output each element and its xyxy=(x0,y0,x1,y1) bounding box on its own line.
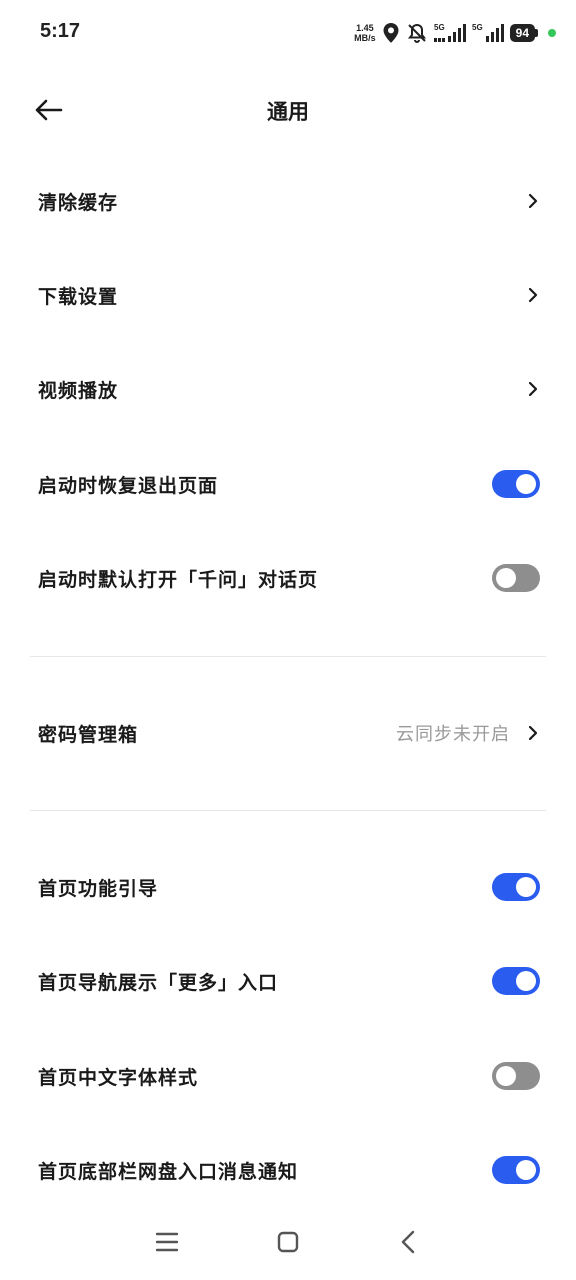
privacy-indicator xyxy=(548,29,556,37)
row-label: 首页底部栏网盘入口消息通知 xyxy=(38,1160,299,1183)
restore-pages-toggle[interactable] xyxy=(492,470,540,498)
video-playback-row[interactable]: 视频播放 xyxy=(0,354,576,424)
chevron-right-icon xyxy=(526,285,540,305)
status-time: 5:17 xyxy=(40,20,81,42)
network-speed-value: 1.45 xyxy=(356,23,374,33)
row-label: 启动时恢复退出页面 xyxy=(38,474,219,497)
page-title: 通用 xyxy=(267,100,309,124)
home-icon xyxy=(277,1231,299,1253)
password-manager-row[interactable]: 密码管理箱 云同步未开启 xyxy=(0,698,576,768)
battery-tip xyxy=(535,29,538,37)
row-label: 首页导航展示「更多」入口 xyxy=(38,971,279,994)
chevron-right-icon xyxy=(526,379,540,399)
toggle-knob xyxy=(516,1160,536,1180)
menu-icon xyxy=(155,1232,179,1252)
recents-button[interactable] xyxy=(147,1222,187,1262)
home-guide-row: 首页功能引导 xyxy=(0,852,576,922)
cloud-drive-notify-row: 首页底部栏网盘入口消息通知 xyxy=(0,1135,576,1205)
back-icon xyxy=(401,1230,415,1254)
toggle-knob xyxy=(516,971,536,991)
home-font-style-toggle[interactable] xyxy=(492,1062,540,1090)
home-button[interactable] xyxy=(268,1222,308,1262)
row-label: 启动时默认打开「千问」对话页 xyxy=(38,568,319,591)
home-more-entry-row: 首页导航展示「更多」入口 xyxy=(0,946,576,1016)
signal-icon: 5G xyxy=(472,22,504,44)
sync-status: 云同步未开启 xyxy=(396,724,510,745)
status-bar: 5:17 1.45 MB/s 5G 5G 94 xyxy=(0,0,576,66)
row-label: 下载设置 xyxy=(38,285,119,308)
open-qianwen-row: 启动时默认打开「千问」对话页 xyxy=(0,543,576,613)
signal-icon: 5G xyxy=(433,22,466,44)
toggle-knob xyxy=(516,474,536,494)
row-label: 首页中文字体样式 xyxy=(38,1066,199,1089)
svg-text:5G: 5G xyxy=(434,23,445,32)
header: 通用 xyxy=(0,78,576,142)
chevron-right-icon xyxy=(526,723,540,743)
clear-cache-row[interactable]: 清除缓存 xyxy=(0,166,576,236)
toggle-knob xyxy=(496,1066,516,1086)
svg-text:5G: 5G xyxy=(472,23,483,32)
home-guide-toggle[interactable] xyxy=(492,873,540,901)
network-speed-unit: MB/s xyxy=(354,33,376,43)
row-label: 视频播放 xyxy=(38,379,119,402)
chevron-right-icon xyxy=(526,191,540,211)
system-nav-bar xyxy=(0,1200,576,1280)
mute-icon xyxy=(406,22,428,44)
home-font-style-row: 首页中文字体样式 xyxy=(0,1041,576,1111)
status-icons: 1.45 MB/s 5G 5G 94 xyxy=(354,20,556,46)
restore-pages-row: 启动时恢复退出页面 xyxy=(0,449,576,519)
location-icon xyxy=(382,22,400,44)
network-speed: 1.45 MB/s xyxy=(354,23,376,43)
download-settings-row[interactable]: 下载设置 xyxy=(0,260,576,330)
toggle-knob xyxy=(516,877,536,897)
divider xyxy=(30,810,546,811)
cloud-drive-notify-toggle[interactable] xyxy=(492,1156,540,1184)
open-qianwen-toggle[interactable] xyxy=(492,564,540,592)
nav-back-button[interactable] xyxy=(388,1222,428,1262)
toggle-knob xyxy=(496,568,516,588)
home-more-entry-toggle[interactable] xyxy=(492,967,540,995)
battery-icon: 94 xyxy=(509,24,535,42)
row-label: 密码管理箱 xyxy=(38,723,139,746)
row-label: 首页功能引导 xyxy=(38,877,159,900)
row-label: 清除缓存 xyxy=(38,191,119,214)
divider xyxy=(30,656,546,657)
